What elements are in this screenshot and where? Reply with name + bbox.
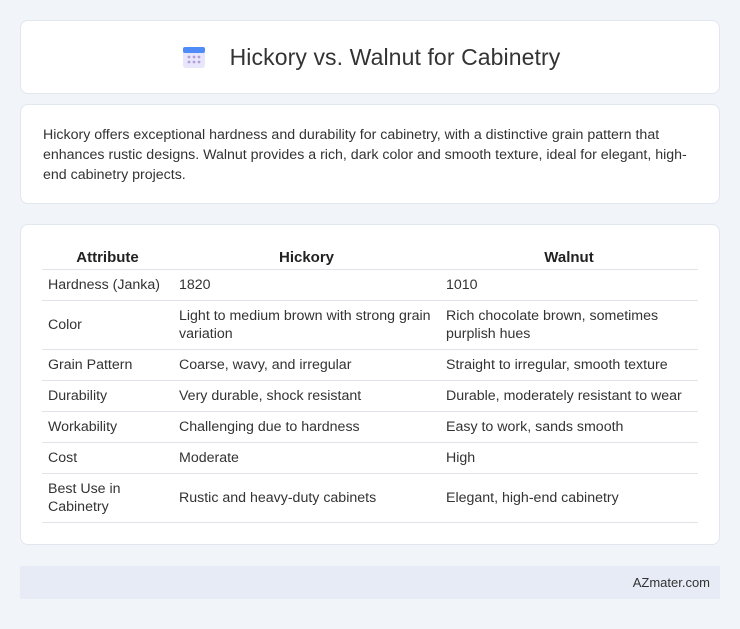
table-cell: Rustic and heavy-duty cabinets: [173, 473, 440, 523]
page-title: Hickory vs. Walnut for Cabinetry: [229, 43, 561, 70]
table-row: Best Use in Cabinetry Rustic and heavy-d…: [42, 473, 698, 523]
calendar-icon: [180, 43, 208, 71]
intro-text: Hickory offers exceptional hardness and …: [43, 127, 687, 183]
table-cell: 1820: [173, 269, 440, 301]
table-row: Cost Moderate High: [42, 442, 698, 474]
table-cell: Moderate: [173, 442, 440, 474]
table-cell: Cost: [42, 442, 173, 474]
header-hickory: Hickory: [173, 245, 440, 270]
table-cell: Durable, moderately resistant to wear: [440, 380, 698, 412]
table-cell: Light to medium brown with strong grain …: [173, 300, 440, 350]
table-cell: Hardness (Janka): [42, 269, 173, 301]
table-cell: Rich chocolate brown, sometimes purplish…: [440, 300, 698, 350]
comparison-table: Attribute Hickory Walnut Hardness (Janka…: [42, 245, 698, 523]
table-header-row: Attribute Hickory Walnut: [42, 245, 698, 270]
table-cell: Workability: [42, 411, 173, 443]
header-attribute: Attribute: [42, 245, 173, 270]
table-cell: Challenging due to hardness: [173, 411, 440, 443]
table-cell: Grain Pattern: [42, 349, 173, 381]
table-row: Durability Very durable, shock resistant…: [42, 380, 698, 412]
table-cell: Elegant, high-end cabinetry: [440, 473, 698, 523]
table-cell: Color: [42, 300, 173, 350]
table-row: Color Light to medium brown with strong …: [42, 300, 698, 350]
footer: AZmater.com: [20, 566, 720, 599]
table-cell: Straight to irregular, smooth texture: [440, 349, 698, 381]
table-cell: Best Use in Cabinetry: [42, 473, 173, 523]
table-row: Workability Challenging due to hardness …: [42, 411, 698, 443]
intro-card: Hickory offers exceptional hardness and …: [20, 104, 720, 204]
table-cell: Durability: [42, 380, 173, 412]
table-cell: High: [440, 442, 698, 474]
header-walnut: Walnut: [440, 245, 698, 270]
table-row: Hardness (Janka) 1820 1010: [42, 269, 698, 301]
table-cell: Very durable, shock resistant: [173, 380, 440, 412]
footer-source: AZmater.com: [632, 575, 710, 590]
table-cell: Coarse, wavy, and irregular: [173, 349, 440, 381]
table-cell: 1010: [440, 269, 698, 301]
table-row: Grain Pattern Coarse, wavy, and irregula…: [42, 349, 698, 381]
comparison-table-card: Attribute Hickory Walnut Hardness (Janka…: [20, 224, 720, 545]
title-card: Hickory vs. Walnut for Cabinetry: [20, 20, 720, 94]
table-cell: Easy to work, sands smooth: [440, 411, 698, 443]
